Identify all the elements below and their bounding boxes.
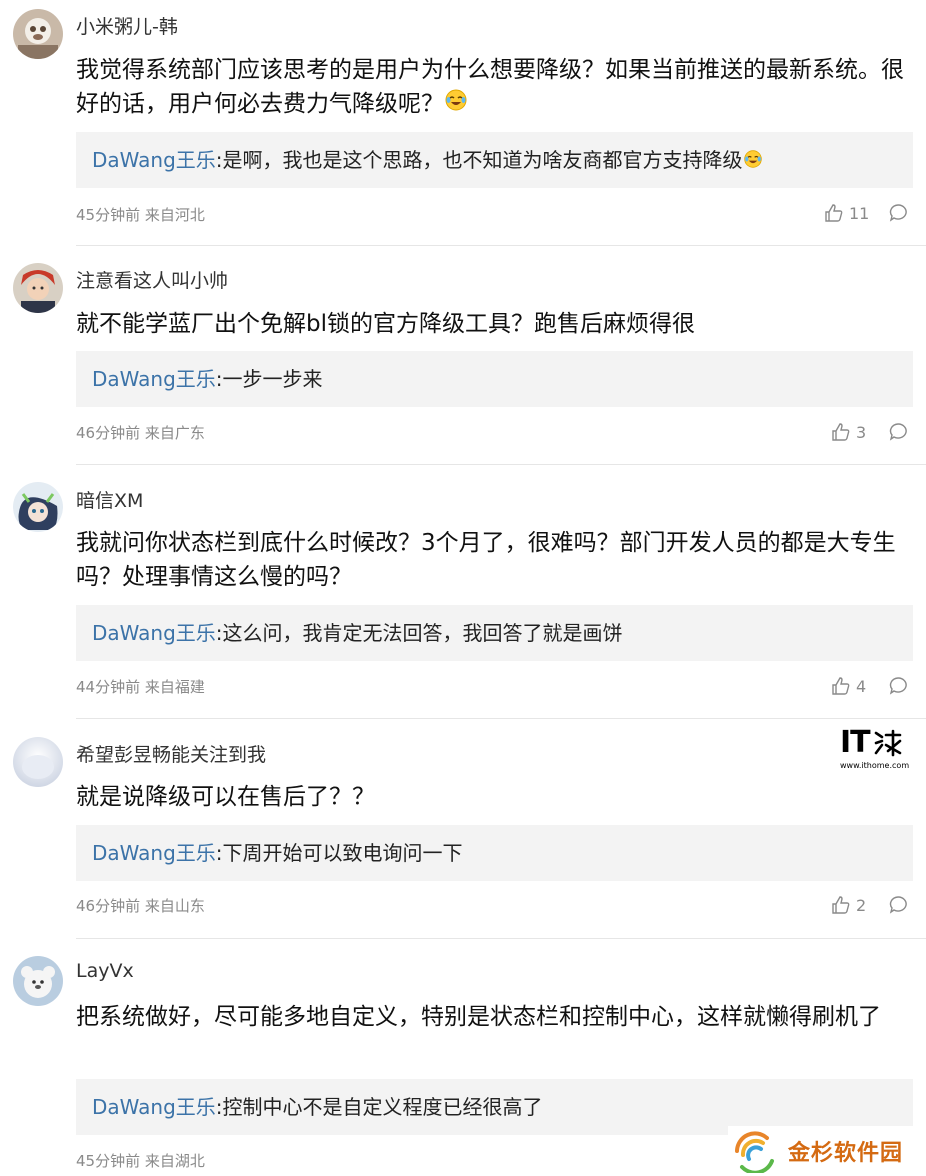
comment-text: 把系统做好，尽可能多地自定义，特别是状态栏和控制中心，这样就懒得刷机了 [76,1004,881,1030]
like-button[interactable]: 11 [824,203,869,223]
ithome-glyph-icon [874,729,901,757]
comment-meta: 44分钟前 来自福建 [76,678,205,696]
reply-text: :一步一步来 [215,367,323,391]
like-count: 11 [849,203,870,223]
username[interactable]: LayVx [76,960,134,982]
reply-text: :控制中心不是自定义程度已经很高了 [215,1095,543,1119]
avatar[interactable] [13,482,63,532]
username[interactable]: 暗信XM [76,486,143,513]
comment-text: 就是说降级可以在售后了？？ [76,784,375,810]
reply-author-link[interactable]: DaWang王乐 [92,148,216,172]
like-button[interactable]: 2 [831,895,866,915]
avatar[interactable] [13,263,63,313]
comment-meta: 45分钟前 来自河北 [76,206,205,224]
username[interactable]: 注意看这人叫小帅 [76,266,228,293]
comment-text: 我觉得系统部门应该思考的是用户为什么想要降级？如果当前推送的最新系统。很好的话，… [76,53,916,122]
ithome-logo-word: IT [840,725,871,760]
swirl-logo-icon [735,1131,774,1173]
thumbs-up-icon [831,676,851,696]
thumbs-up-icon [831,422,851,442]
reply-box: DaWang王乐:一步一步来 [76,351,913,407]
comment-meta: 45分钟前 来自湖北 [76,1152,205,1170]
ithome-site: www.ithome.com [840,761,910,770]
comment-item: 暗信XM 我就问你状态栏到底什么时候改？3个月了，很难吗？部门开发人员的都是大专… [0,464,926,719]
username[interactable]: 小米粥儿-韩 [76,12,178,39]
reply-author-link[interactable]: DaWang王乐 [92,367,216,391]
comment-bubble-icon[interactable] [888,203,908,223]
like-count: 3 [856,422,867,442]
reply-box: DaWang王乐:是啊，我也是这个思路，也不知道为啥友商都官方支持降级 [76,132,913,188]
avatar[interactable] [13,9,63,59]
comment-text-content: 我觉得系统部门应该思考的是用户为什么想要降级？如果当前推送的最新系统。很好的话，… [76,57,904,117]
comment-bubble-icon[interactable] [888,895,908,915]
reply-author-link[interactable]: DaWang王乐 [92,841,216,865]
comment-bubble-icon[interactable] [888,676,908,696]
reply-text: :是啊，我也是这个思路，也不知道为啥友商都官方支持降级 [215,148,743,172]
thumbs-up-icon [824,203,844,223]
like-count: 2 [856,895,867,915]
comment-bubble-icon[interactable] [888,422,908,442]
username[interactable]: 希望彭昱畅能关注到我 [76,740,266,767]
reply-box: DaWang王乐:下周开始可以致电询问一下 [76,825,913,881]
comment-meta: 46分钟前 来自山东 [76,897,205,915]
jinshan-watermark: 金杉软件园 [728,1126,926,1176]
avatar[interactable] [13,956,63,1006]
comment-text: 就不能学蓝厂出个免解bl锁的官方降级工具？跑售后麻烦得很 [76,311,695,337]
comment-item: 注意看这人叫小帅 就不能学蓝厂出个免解bl锁的官方降级工具？跑售后麻烦得很 Da… [0,246,926,465]
comment-item: 小米粥儿-韩 我觉得系统部门应该思考的是用户为什么想要降级？如果当前推送的最新系… [0,0,926,246]
like-button[interactable]: 3 [831,422,866,442]
comment-item: 希望彭昱畅能关注到我 就是说降级可以在售后了？？ DaWang王乐:下周开始可以… [0,718,926,939]
ithome-watermark: IT www.ithome.com [840,728,918,772]
reply-box: DaWang王乐:这么问，我肯定无法回答，我回答了就是画饼 [76,605,913,661]
like-count: 4 [856,676,867,696]
avatar[interactable] [13,737,63,787]
reply-text: :下周开始可以致电询问一下 [215,841,463,865]
like-button[interactable]: 4 [831,676,866,696]
comment-text: 我就问你状态栏到底什么时候改？3个月了，很难吗？部门开发人员的都是大专生吗？处理… [76,530,896,590]
reply-author-link[interactable]: DaWang王乐 [92,621,216,645]
jinshan-brand: 金杉软件园 [788,1141,904,1166]
thumbs-up-icon [831,895,851,915]
comment-meta: 46分钟前 来自广东 [76,424,205,442]
laughing-tears-emoji-icon [743,134,763,190]
laughing-tears-emoji-icon [444,88,468,122]
reply-author-link[interactable]: DaWang王乐 [92,1095,216,1119]
reply-text: :这么问，我肯定无法回答，我回答了就是画饼 [215,621,623,645]
